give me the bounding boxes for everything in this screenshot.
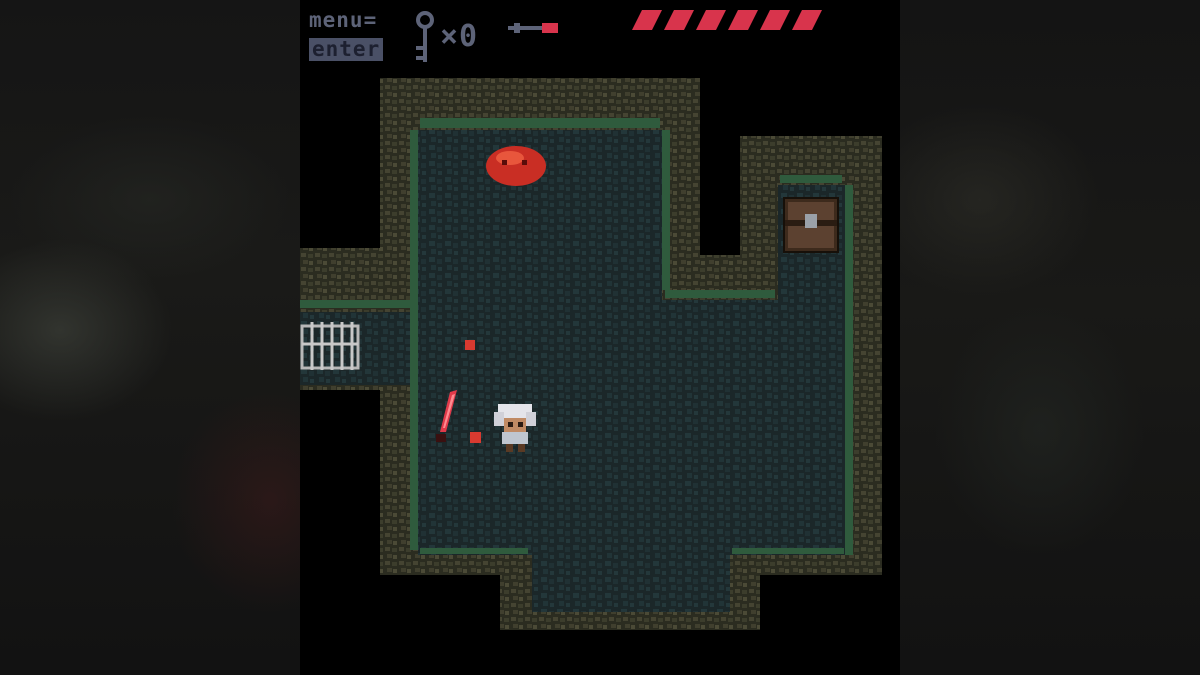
enter-key-hint[interactable]: enter — [309, 38, 384, 61]
game-viewport[interactable]: menu= enter ×0 — [300, 0, 900, 675]
health-segment — [760, 10, 790, 30]
blurred-background-left — [0, 0, 300, 675]
weapon-icon — [508, 23, 558, 33]
dungeon-map — [300, 78, 882, 630]
red-slime-enemy[interactable] — [486, 146, 546, 186]
red-gem-pickup[interactable] — [465, 340, 475, 350]
health-bar — [632, 8, 827, 32]
menu-hint-label: menu= — [309, 8, 378, 32]
health-segments — [632, 10, 822, 30]
health-segment — [664, 10, 694, 30]
wooden-chest[interactable] — [783, 197, 839, 253]
red-gem-pickup[interactable] — [470, 432, 481, 443]
health-segment — [792, 10, 822, 30]
health-segment — [696, 10, 726, 30]
key-icon — [416, 11, 434, 62]
blurred-background-right — [900, 0, 1200, 675]
health-segment — [632, 10, 662, 30]
health-segment — [728, 10, 758, 30]
key-count: ×0 — [440, 19, 479, 54]
